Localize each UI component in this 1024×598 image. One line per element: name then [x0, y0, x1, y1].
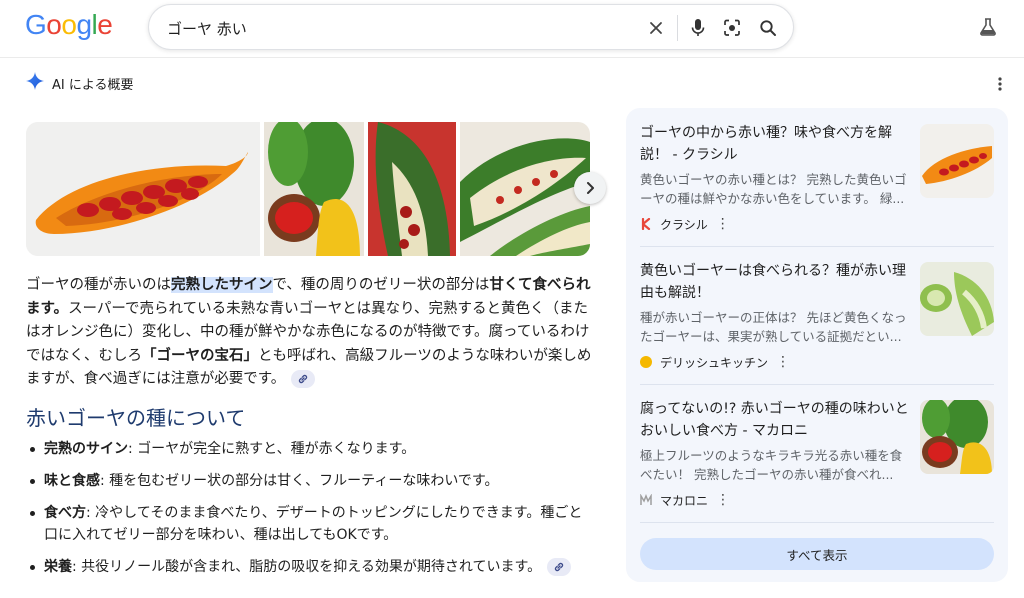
show-all-button[interactable]: すべて表示 [640, 538, 994, 570]
goya-image-2[interactable] [264, 122, 364, 256]
source-title[interactable]: 腐ってないの!? 赤いゴーヤの種の味わいとおいしい食べ方 - マカロニ [640, 398, 910, 442]
bold-text: 「ゴーヤの宝石」 [142, 347, 258, 364]
sources-panel: ゴーヤの中から赤い種？味や食べ方を解説！ - クラシル 黄色いゴーヤの赤い種とは… [626, 108, 1008, 582]
bullet-term: 栄養 [44, 559, 72, 575]
bullet-text: : ゴーヤが完全に熟すと、種が赤くなります。 [128, 441, 416, 457]
more-options-icon[interactable] [993, 74, 1007, 94]
source-thumbnail[interactable] [920, 262, 994, 336]
para-text: ゴーヤの種が赤いのは [26, 277, 171, 293]
logo-letter: g [76, 9, 92, 40]
divider [640, 384, 994, 385]
para-text: で、種の周りのゼリー状の部分は [272, 277, 490, 293]
mic-icon[interactable] [685, 15, 711, 41]
source-site-name: クラシル [660, 217, 708, 232]
kurashiru-favicon-icon [640, 218, 652, 230]
logo-letter: o [46, 9, 62, 40]
source-snippet: 種が赤いゴーヤーの正体は？ 先ほど黄色くなったゴーヤーは、果実が熟している証拠だ… [640, 310, 907, 344]
source-title[interactable]: 黄色いゴーヤーは食べられる？種が赤い理由も解説！ [640, 260, 910, 304]
source-snippet: 極上フルーツのようなキラキラ光る赤い種を食べたい！ 完熟したゴーヤの赤い種が食べ… [640, 448, 903, 482]
bullet-list: 完熟のサイン: ゴーヤが完全に熟すと、種が赤くなります。 味と食感: 種を包むゼ… [26, 438, 592, 588]
macaroni-favicon-icon [640, 494, 652, 506]
ai-overview-label: AI による概要 [52, 77, 134, 93]
bullet-term: 完熟のサイン [44, 441, 128, 457]
list-item: 味と食感: 種を包むゼリー状の部分は甘く、フルーティーな味わいです。 [26, 470, 592, 492]
logo-letter: e [97, 9, 113, 40]
image-carousel [26, 122, 590, 256]
source-card[interactable]: 黄色いゴーヤーは食べられる？種が赤い理由も解説！ 種が赤いゴーヤーの正体は？ 先… [640, 260, 994, 380]
bullet-text: : 種を包むゼリー状の部分は甘く、フルーティーな味わいです。 [100, 473, 499, 489]
divider [640, 522, 994, 523]
lens-icon[interactable] [719, 15, 745, 41]
bullet-text: : 共役リノール酸が含まれ、脂肪の吸収を抑える効果が期待されています。 [72, 559, 542, 575]
list-item: 食べ方: 冷やしてそのまま食べたり、デザートのトッピングにしたりできます。種ごと… [26, 502, 592, 546]
list-item: 栄養: 共役リノール酸が含まれ、脂肪の吸収を抑える効果が期待されています。 [26, 556, 592, 578]
source-site-name: デリッシュキッチン [660, 355, 769, 370]
source-site-name: マカロニ [660, 493, 709, 508]
clear-icon[interactable] [643, 15, 669, 41]
search-divider [677, 15, 678, 41]
carousel-next-button[interactable] [574, 172, 606, 204]
list-item: 完熟のサイン: ゴーヤが完全に熟すと、種が赤くなります。 [26, 438, 592, 460]
header: Google ゴーヤ 赤い [0, 0, 1024, 58]
ai-overview-header: AI による概要 [26, 72, 133, 94]
source-thumbnail[interactable] [920, 400, 994, 474]
logo-letter: G [25, 9, 47, 40]
citation-link-icon[interactable] [291, 370, 316, 388]
source-card[interactable]: ゴーヤの中から赤い種？味や食べ方を解説！ - クラシル 黄色いゴーヤの赤い種とは… [640, 122, 994, 242]
google-logo[interactable]: Google [25, 9, 113, 41]
highlighted-text: 完熟したサイン [171, 277, 273, 293]
source-thumbnail[interactable] [920, 124, 994, 198]
source-more-icon[interactable]: ⋮ [716, 492, 730, 508]
source-more-icon[interactable]: ⋮ [776, 354, 790, 370]
bullet-term: 味と食感 [44, 473, 100, 489]
bullet-text: : 冷やしてそのまま食べたり、デザートのトッピングにしたりできます。種ごと口に入… [44, 505, 583, 543]
source-site: クラシル ⋮ [640, 216, 730, 232]
logo-letter: o [61, 9, 77, 40]
citation-link-icon[interactable] [547, 558, 572, 576]
ai-overview-paragraph: ゴーヤの種が赤いのは完熟したサインで、種の周りのゼリー状の部分は甘くて食べられま… [26, 274, 592, 392]
source-more-icon[interactable]: ⋮ [716, 216, 730, 232]
section-title: 赤いゴーヤの種について [26, 406, 246, 430]
goya-image-4[interactable] [460, 122, 590, 256]
bullet-term: 食べ方 [44, 505, 86, 521]
search-box[interactable]: ゴーヤ 赤い [148, 4, 794, 50]
source-site: マカロニ ⋮ [640, 492, 730, 508]
source-title[interactable]: ゴーヤの中から赤い種？味や食べ方を解説！ - クラシル [640, 122, 910, 166]
gemini-sparkle-icon [26, 72, 44, 94]
source-card[interactable]: 腐ってないの!? 赤いゴーヤの種の味わいとおいしい食べ方 - マカロニ 極上フル… [640, 398, 994, 518]
labs-flask-icon[interactable] [976, 15, 1000, 39]
source-site: デリッシュキッチン ⋮ [640, 354, 790, 370]
search-icon[interactable] [755, 15, 781, 41]
source-snippet: 黄色いゴーヤの赤い種とは？ 完熟した黄色いゴーヤの種は鮮やかな赤い色をしています… [640, 172, 907, 206]
goya-image-3[interactable] [368, 122, 456, 256]
delish-kitchen-favicon-icon [640, 356, 652, 368]
goya-image-1[interactable] [26, 122, 260, 256]
search-input[interactable]: ゴーヤ 赤い [167, 18, 247, 39]
divider [640, 246, 994, 247]
